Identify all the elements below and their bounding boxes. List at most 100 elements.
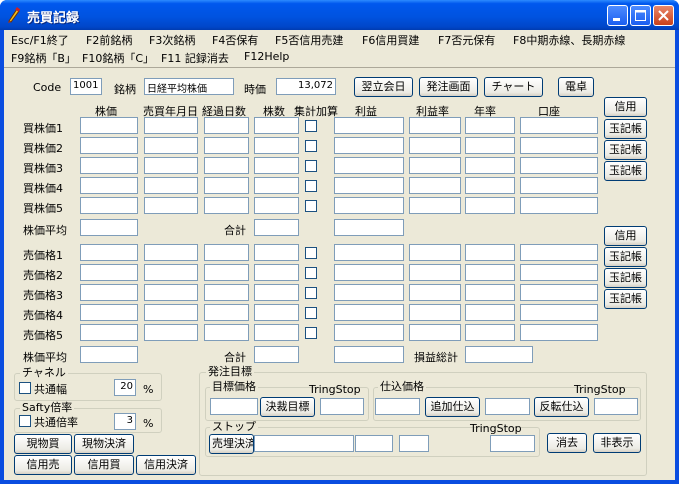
spot-buy-button[interactable]: 現物買 [14, 434, 72, 454]
buy-date-input[interactable] [144, 117, 198, 134]
calculator-button[interactable]: 電卓 [558, 77, 594, 97]
stop-price-input[interactable] [254, 435, 354, 452]
next-day-button[interactable]: 翌立会日 [354, 77, 413, 97]
buy-price-input[interactable] [80, 117, 138, 134]
buy-total-checkbox[interactable] [305, 180, 317, 192]
buy-ledger-button-2[interactable]: 玉記帳 [604, 140, 647, 160]
buy-price-input[interactable] [80, 157, 138, 174]
sell-rate-input[interactable] [409, 324, 461, 341]
sell-days-input[interactable] [204, 324, 249, 341]
buy-price-input[interactable] [80, 177, 138, 194]
sell-annual-input[interactable] [465, 244, 515, 261]
sell-total-checkbox[interactable] [305, 267, 317, 279]
sell-annual-input[interactable] [465, 304, 515, 321]
buy-shares-input[interactable] [254, 197, 299, 214]
buy-account-input[interactable] [520, 157, 598, 174]
hide-button[interactable]: 非表示 [593, 433, 641, 453]
menu-item-quit[interactable]: Esc/F1終了 [11, 32, 69, 48]
close-button[interactable] [653, 5, 674, 26]
sell-price-input[interactable] [80, 264, 138, 281]
sell-account-input[interactable] [520, 304, 598, 321]
sell-date-input[interactable] [144, 284, 198, 301]
buy-days-input[interactable] [204, 117, 249, 134]
sell-date-input[interactable] [144, 324, 198, 341]
sell-rate-input[interactable] [409, 244, 461, 261]
sell-price-input[interactable] [80, 244, 138, 261]
sell-rate-input[interactable] [409, 264, 461, 281]
buy-profit-input[interactable] [334, 157, 404, 174]
meigara-input[interactable]: 日経平均株価 [144, 78, 234, 95]
reverse-entry-button[interactable]: 反転仕込 [534, 397, 589, 417]
buy-sum-shares[interactable] [254, 219, 299, 236]
buy-profit-input[interactable] [334, 177, 404, 194]
safety-value-input[interactable]: 3 [114, 413, 136, 430]
buy-shares-input[interactable] [254, 157, 299, 174]
sell-account-input[interactable] [520, 244, 598, 261]
credit-settle-button[interactable]: 信用決済 [136, 455, 196, 475]
buy-total-checkbox[interactable] [305, 120, 317, 132]
sell-days-input[interactable] [204, 244, 249, 261]
buy-profit-input[interactable] [334, 197, 404, 214]
sell-date-input[interactable] [144, 264, 198, 281]
buy-total-checkbox[interactable] [305, 160, 317, 172]
sell-total-checkbox[interactable] [305, 247, 317, 259]
buy-date-input[interactable] [144, 197, 198, 214]
buy-date-input[interactable] [144, 137, 198, 154]
buy-annual-input[interactable] [465, 117, 515, 134]
sell-days-input[interactable] [204, 304, 249, 321]
buy-rate-input[interactable] [409, 177, 461, 194]
sell-annual-input[interactable] [465, 264, 515, 281]
buy-shares-input[interactable] [254, 177, 299, 194]
code-input[interactable]: 1001 [70, 78, 102, 95]
buy-days-input[interactable] [204, 157, 249, 174]
chart-button[interactable]: チャート [484, 77, 543, 97]
spot-settle-button[interactable]: 現物決済 [74, 434, 134, 454]
buy-date-input[interactable] [144, 157, 198, 174]
sell-profit-input[interactable] [334, 244, 404, 261]
sell-profit-input[interactable] [334, 304, 404, 321]
buy-profit-input[interactable] [334, 117, 404, 134]
sell-price-input[interactable] [80, 284, 138, 301]
buy-profit-input[interactable] [334, 137, 404, 154]
buy-annual-input[interactable] [465, 157, 515, 174]
buy-rate-input[interactable] [409, 197, 461, 214]
sell-sum-shares[interactable] [254, 346, 299, 363]
channel-value-input[interactable]: 20 [114, 379, 136, 396]
entry-price-input[interactable] [375, 398, 420, 415]
add-entry-button[interactable]: 追加仕込 [425, 397, 480, 417]
buy-annual-input[interactable] [465, 177, 515, 194]
stop-tring-input[interactable] [490, 435, 535, 452]
entry-tring-input[interactable] [594, 398, 638, 415]
buy-shares-input[interactable] [254, 117, 299, 134]
sell-rate-input[interactable] [409, 304, 461, 321]
buy-account-input[interactable] [520, 177, 598, 194]
stop-settle-button[interactable]: 売埋決済 [209, 434, 254, 454]
order-screen-button[interactable]: 発注画面 [419, 77, 478, 97]
sell-account-input[interactable] [520, 264, 598, 281]
menu-item-f4[interactable]: F4否保有 [212, 32, 258, 48]
sell-days-input[interactable] [204, 284, 249, 301]
buy-days-input[interactable] [204, 177, 249, 194]
menu-item-f8[interactable]: F8中期赤線、長期赤線 [513, 32, 625, 48]
buy-annual-input[interactable] [465, 197, 515, 214]
menu-item-f7[interactable]: F7否元保有 [438, 32, 495, 48]
buy-days-input[interactable] [204, 197, 249, 214]
sell-ledger-button-2[interactable]: 玉記帳 [604, 268, 647, 288]
sell-annual-input[interactable] [465, 284, 515, 301]
sell-credit-button[interactable]: 信用 [604, 226, 647, 246]
menu-item-next[interactable]: F3次銘柄 [149, 32, 195, 48]
sell-date-input[interactable] [144, 244, 198, 261]
buy-sum-profit[interactable] [334, 219, 404, 236]
sell-account-input[interactable] [520, 284, 598, 301]
buy-credit-button[interactable]: 信用 [604, 97, 647, 117]
channel-common-checkbox[interactable] [19, 382, 31, 394]
sell-profit-input[interactable] [334, 284, 404, 301]
buy-days-input[interactable] [204, 137, 249, 154]
buy-rate-input[interactable] [409, 117, 461, 134]
sell-total-checkbox[interactable] [305, 287, 317, 299]
buy-avg-input[interactable] [80, 219, 138, 236]
sell-ledger-button-1[interactable]: 玉記帳 [604, 247, 647, 267]
sell-total-checkbox[interactable] [305, 307, 317, 319]
sell-sum-profit[interactable] [334, 346, 404, 363]
buy-shares-input[interactable] [254, 137, 299, 154]
